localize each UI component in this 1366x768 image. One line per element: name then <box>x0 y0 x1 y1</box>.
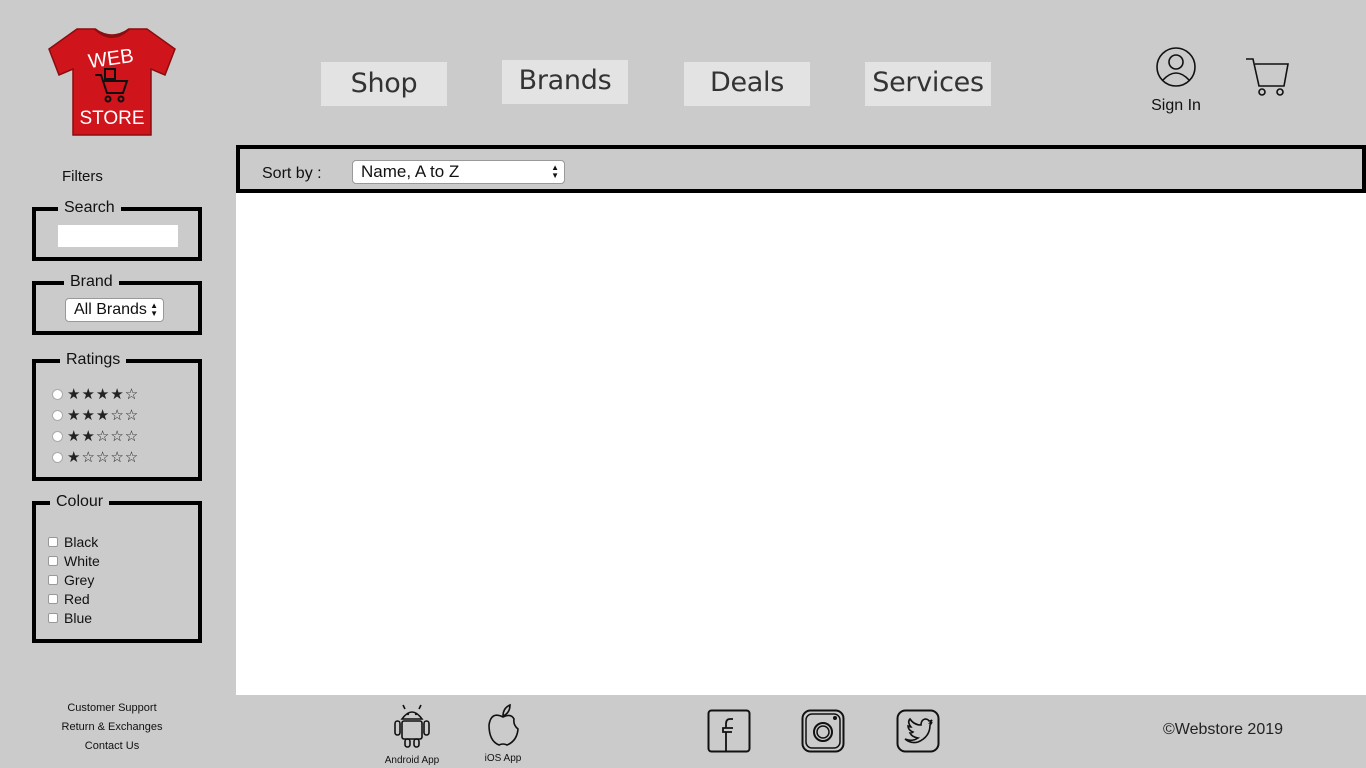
rating-option-3[interactable]: ★★★☆☆ <box>52 406 139 424</box>
twitter-icon[interactable] <box>896 709 940 753</box>
sort-selected-value: Name, A to Z <box>361 162 460 181</box>
facebook-icon[interactable] <box>707 709 751 753</box>
svg-text:STORE: STORE <box>79 108 144 129</box>
checkbox[interactable] <box>48 594 58 604</box>
colour-label: Grey <box>64 572 95 588</box>
webstore-logo[interactable]: WEB STORE <box>47 27 177 139</box>
nav-deals[interactable]: Deals <box>684 62 810 106</box>
nav-shop[interactable]: Shop <box>321 62 447 106</box>
ios-app-link[interactable]: iOS App <box>477 703 529 764</box>
checkbox[interactable] <box>48 575 58 585</box>
search-legend: Search <box>58 199 121 217</box>
nav-brands[interactable]: Brands <box>502 60 628 104</box>
sign-in-label: Sign In <box>1151 97 1201 114</box>
nav-label: Deals <box>709 67 785 98</box>
star-rating-icon: ★★★★☆ <box>67 385 140 403</box>
copyright-text: ©Webstore 2019 <box>1163 721 1284 738</box>
footer-links: Customer Support Return & Exchanges Cont… <box>52 702 172 759</box>
product-grid <box>236 193 1366 695</box>
colour-option-black[interactable]: Black <box>48 533 98 551</box>
apple-icon <box>488 703 519 746</box>
colour-legend: Colour <box>50 493 110 511</box>
nav-label: Services <box>872 67 984 98</box>
android-icon <box>394 704 430 748</box>
sign-in-button[interactable]: Sign In <box>1140 46 1212 115</box>
return-exchanges-link[interactable]: Return & Exchanges <box>52 721 172 733</box>
brand-select[interactable]: All Brands ▲ ▼ <box>65 298 164 322</box>
ratings-legend: Ratings <box>60 351 127 369</box>
ios-app-label: iOS App <box>484 753 522 764</box>
search-filter: Search <box>32 199 202 261</box>
radio-button[interactable] <box>52 430 63 442</box>
contact-us-link[interactable]: Contact Us <box>52 740 172 752</box>
colour-label: Red <box>64 591 90 607</box>
select-arrows-icon: ▲ ▼ <box>150 301 158 318</box>
nav-label: Shop <box>350 68 418 99</box>
star-rating-icon: ★☆☆☆☆ <box>67 448 140 466</box>
star-rating-icon: ★★☆☆☆ <box>67 427 140 445</box>
colour-label: Black <box>64 534 99 550</box>
checkbox[interactable] <box>48 613 58 623</box>
cart-icon[interactable] <box>1244 56 1292 98</box>
radio-button[interactable] <box>52 409 63 421</box>
customer-support-link[interactable]: Customer Support <box>52 702 172 714</box>
instagram-icon[interactable] <box>801 709 845 753</box>
sort-select[interactable]: Name, A to Z ▲ ▼ <box>352 160 565 184</box>
rating-option-4[interactable]: ★★★★☆ <box>52 385 139 403</box>
colour-label: Blue <box>64 610 93 626</box>
nav-label: Brands <box>518 65 612 96</box>
colour-option-blue[interactable]: Blue <box>48 609 92 627</box>
rating-option-2[interactable]: ★★☆☆☆ <box>52 427 139 445</box>
android-app-label: Android App <box>384 755 440 766</box>
star-rating-icon: ★★★☆☆ <box>67 406 140 424</box>
checkbox[interactable] <box>48 556 58 566</box>
colour-filter: Colour Black White Grey Red Blue <box>32 493 202 643</box>
filters-title: Filters <box>62 168 103 185</box>
radio-button[interactable] <box>52 451 63 463</box>
select-arrows-icon: ▲ ▼ <box>551 163 559 180</box>
nav-services[interactable]: Services <box>865 62 991 106</box>
radio-button[interactable] <box>52 388 63 400</box>
sort-bar: Sort by : Name, A to Z ▲ ▼ <box>236 145 1366 193</box>
brand-selected-value: All Brands <box>74 301 147 318</box>
search-input[interactable] <box>58 225 178 247</box>
colour-option-white[interactable]: White <box>48 552 100 570</box>
rating-option-1[interactable]: ★☆☆☆☆ <box>52 448 139 466</box>
brand-filter: Brand All Brands ▲ ▼ <box>32 273 202 335</box>
user-icon <box>1156 47 1196 87</box>
android-app-link[interactable]: Android App <box>380 703 444 766</box>
colour-option-grey[interactable]: Grey <box>48 571 94 589</box>
brand-legend: Brand <box>64 273 119 291</box>
colour-option-red[interactable]: Red <box>48 590 90 608</box>
sort-label: Sort by : <box>262 165 322 182</box>
ratings-filter: Ratings ★★★★☆ ★★★☆☆ ★★☆☆☆ ★☆☆☆☆ <box>32 351 202 481</box>
colour-label: White <box>64 553 100 569</box>
checkbox[interactable] <box>48 537 58 547</box>
